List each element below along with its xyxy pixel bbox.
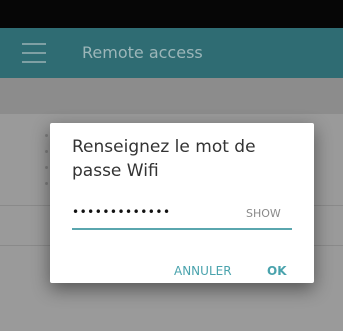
bullet-icon (45, 182, 48, 185)
hamburger-menu-icon[interactable] (22, 43, 46, 63)
sub-header-bar (0, 78, 343, 114)
password-input-underline (72, 228, 292, 230)
bullet-icon (45, 150, 48, 153)
bullet-icon (45, 166, 48, 169)
app-title: Remote access (82, 43, 203, 62)
status-bar (0, 0, 343, 28)
password-input[interactable]: ••••••••••••• (72, 205, 171, 219)
dialog-title: Renseignez le mot de passe Wifi (72, 137, 256, 181)
show-password-button[interactable]: SHOW (246, 207, 281, 220)
bullet-icon (45, 134, 48, 137)
ok-button[interactable]: OK (267, 264, 287, 278)
cancel-button[interactable]: ANNULER (174, 264, 232, 278)
wifi-password-dialog: Renseignez le mot de passe Wifi ••••••••… (50, 123, 314, 283)
app-bar: Remote access (0, 28, 343, 78)
